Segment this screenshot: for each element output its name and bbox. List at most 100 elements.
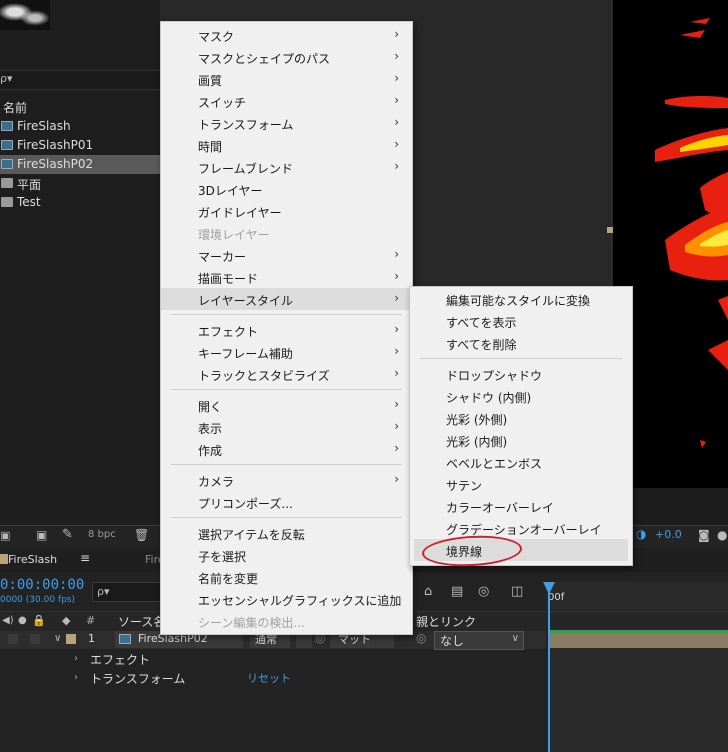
- project-item[interactable]: 平面: [0, 174, 160, 193]
- menu-separator: [171, 517, 402, 518]
- exposure-icon[interactable]: ◑: [636, 527, 646, 541]
- menu-item-blending-mode[interactable]: 描画モード ›: [161, 266, 412, 288]
- composition-icon: [1, 140, 13, 150]
- menu-item-add-essential-graphics[interactable]: エッセンシャルグラフィックスに追加: [161, 588, 412, 610]
- source-name-column[interactable]: ソース名: [118, 613, 165, 630]
- composition-icon: [1, 121, 13, 131]
- menu-item-marker[interactable]: マーカー ›: [161, 244, 412, 266]
- timecode-display[interactable]: 0:00:00:00: [0, 577, 84, 593]
- submenu-item-inner-glow[interactable]: 光彩 (内側): [410, 429, 632, 451]
- monitor-icon[interactable]: ▣: [36, 528, 47, 542]
- menu-item-environment-layer: 環境レイヤー: [198, 228, 270, 242]
- transform-property[interactable]: トランスフォーム: [90, 670, 185, 687]
- anchor-point-handle[interactable]: [607, 227, 613, 233]
- film-icon[interactable]: ▣: [0, 529, 10, 542]
- submenu-item-satin[interactable]: サテン: [410, 473, 632, 495]
- submenu-item-show-all[interactable]: すべてを表示: [410, 310, 632, 332]
- folder-icon: [1, 197, 13, 207]
- reset-link[interactable]: リセット: [247, 670, 291, 686]
- audio-icon[interactable]: ◀): [2, 615, 14, 626]
- menu-item-create[interactable]: 作成 ›: [161, 438, 412, 460]
- timeline-search-input[interactable]: ρ▾: [92, 582, 162, 602]
- folder-icon: [1, 178, 13, 188]
- menu-item-guide-layer[interactable]: ガイドレイヤー: [161, 200, 412, 222]
- chevron-right-icon: ›: [394, 419, 399, 433]
- chevron-right-icon[interactable]: ›: [74, 672, 78, 683]
- menu-item-keyframe-assistant[interactable]: キーフレーム補助 ›: [161, 341, 412, 363]
- menu-item-select-children[interactable]: 子を選択: [161, 544, 412, 566]
- graph-editor-icon[interactable]: ◫: [511, 584, 523, 599]
- bit-depth-label[interactable]: 8 bpc: [88, 529, 116, 540]
- chevron-right-icon: ›: [394, 137, 399, 151]
- submenu-item-outer-glow[interactable]: 光彩 (外側): [410, 407, 632, 429]
- menu-item-reveal[interactable]: 表示 ›: [161, 416, 412, 438]
- menu-item-3d-layer[interactable]: 3Dレイヤー: [161, 178, 412, 200]
- layer-label-color[interactable]: [66, 634, 76, 644]
- project-thumbnail: [0, 0, 50, 30]
- playhead-handle[interactable]: [543, 582, 555, 594]
- timeline-track-area[interactable]: [550, 648, 728, 752]
- project-item[interactable]: Test: [0, 193, 160, 212]
- motion-blur-icon[interactable]: ◎: [478, 584, 489, 599]
- playhead-line[interactable]: [548, 582, 550, 752]
- menu-item-time[interactable]: 時間 ›: [161, 134, 412, 156]
- parent-pickwhip-icon[interactable]: ◎: [416, 631, 426, 645]
- camera-icon[interactable]: ◙: [698, 528, 710, 542]
- menu-item-effect[interactable]: エフェクト ›: [161, 319, 412, 341]
- project-item[interactable]: FireSlashP01: [0, 136, 160, 155]
- pen-icon[interactable]: ✎: [62, 527, 73, 542]
- tab-fireslash[interactable]: FireSlash: [8, 553, 57, 566]
- menu-item-invert-selection[interactable]: 選択アイテムを反転: [161, 522, 412, 544]
- tab-color-swatch: [0, 554, 8, 564]
- label-tag-icon[interactable]: ◆: [62, 614, 70, 627]
- chevron-right-icon: ›: [394, 159, 399, 173]
- submenu-item-inner-shadow[interactable]: シャドウ (内側): [410, 385, 632, 407]
- submenu-item-remove-all[interactable]: すべてを削除: [410, 332, 632, 354]
- menu-item-frame-blend[interactable]: フレームブレンド ›: [161, 156, 412, 178]
- menu-item-rename[interactable]: 名前を変更: [161, 566, 412, 588]
- frame-blend-icon[interactable]: ▤: [451, 584, 463, 599]
- menu-item-mask-shape-path[interactable]: マスクとシェイプのパス ›: [161, 46, 412, 68]
- menu-item-quality[interactable]: 画質 ›: [161, 68, 412, 90]
- menu-separator: [171, 464, 402, 465]
- layer-number: 1: [88, 632, 95, 645]
- chevron-right-icon[interactable]: ›: [74, 653, 78, 664]
- menu-separator: [171, 314, 402, 315]
- menu-item-mask[interactable]: マスク ›: [161, 24, 412, 46]
- shy-icon[interactable]: ⌂: [424, 584, 432, 599]
- video-switch[interactable]: [8, 634, 18, 644]
- expand-chevron-icon[interactable]: ∨: [54, 633, 61, 644]
- parent-link-column[interactable]: 親とリンク: [416, 613, 476, 630]
- tab-menu-icon[interactable]: ≡: [80, 551, 90, 565]
- project-item-selected[interactable]: FireSlashP02: [0, 155, 160, 174]
- menu-item-switches[interactable]: スイッチ ›: [161, 90, 412, 112]
- solo-icon[interactable]: ●: [18, 615, 27, 626]
- submenu-item-bevel-emboss[interactable]: ベベルとエンボス: [410, 451, 632, 473]
- submenu-item-gradient-overlay[interactable]: グラデーションオーバーレイ: [410, 517, 632, 539]
- effects-property[interactable]: エフェクト: [90, 651, 150, 668]
- lock-icon[interactable]: 🔒: [32, 614, 46, 627]
- chevron-right-icon: ›: [394, 27, 399, 41]
- lock-switch[interactable]: [30, 634, 40, 644]
- menu-item-precompose[interactable]: プリコンポーズ...: [161, 491, 412, 513]
- chevron-right-icon: ›: [394, 115, 399, 129]
- project-search-input[interactable]: ρ▾: [0, 70, 160, 90]
- trash-icon[interactable]: 🗑: [134, 528, 149, 542]
- menu-item-transform[interactable]: トランスフォーム ›: [161, 112, 412, 134]
- submenu-item-convert-editable-styles[interactable]: 編集可能なスタイルに変換: [410, 288, 632, 310]
- menu-item-track-stabilize[interactable]: トラックとスタビライズ ›: [161, 363, 412, 385]
- composition-icon: [1, 159, 13, 169]
- menu-separator: [171, 389, 402, 390]
- submenu-item-drop-shadow[interactable]: ドロップシャドウ: [410, 363, 632, 385]
- time-ruler[interactable]: [546, 582, 728, 610]
- menu-item-open[interactable]: 開く ›: [161, 394, 412, 416]
- exposure-value[interactable]: +0.0: [655, 528, 682, 541]
- channel-icon[interactable]: ●: [717, 528, 727, 542]
- project-item[interactable]: FireSlash: [0, 117, 160, 136]
- submenu-item-color-overlay[interactable]: カラーオーバーレイ: [410, 495, 632, 517]
- menu-item-layer-styles[interactable]: レイヤースタイル ›: [161, 288, 412, 310]
- menu-item-camera[interactable]: カメラ ›: [161, 469, 412, 491]
- chevron-right-icon: ›: [394, 71, 399, 85]
- project-column-header[interactable]: 名前: [0, 98, 160, 116]
- chevron-right-icon: ›: [394, 397, 399, 411]
